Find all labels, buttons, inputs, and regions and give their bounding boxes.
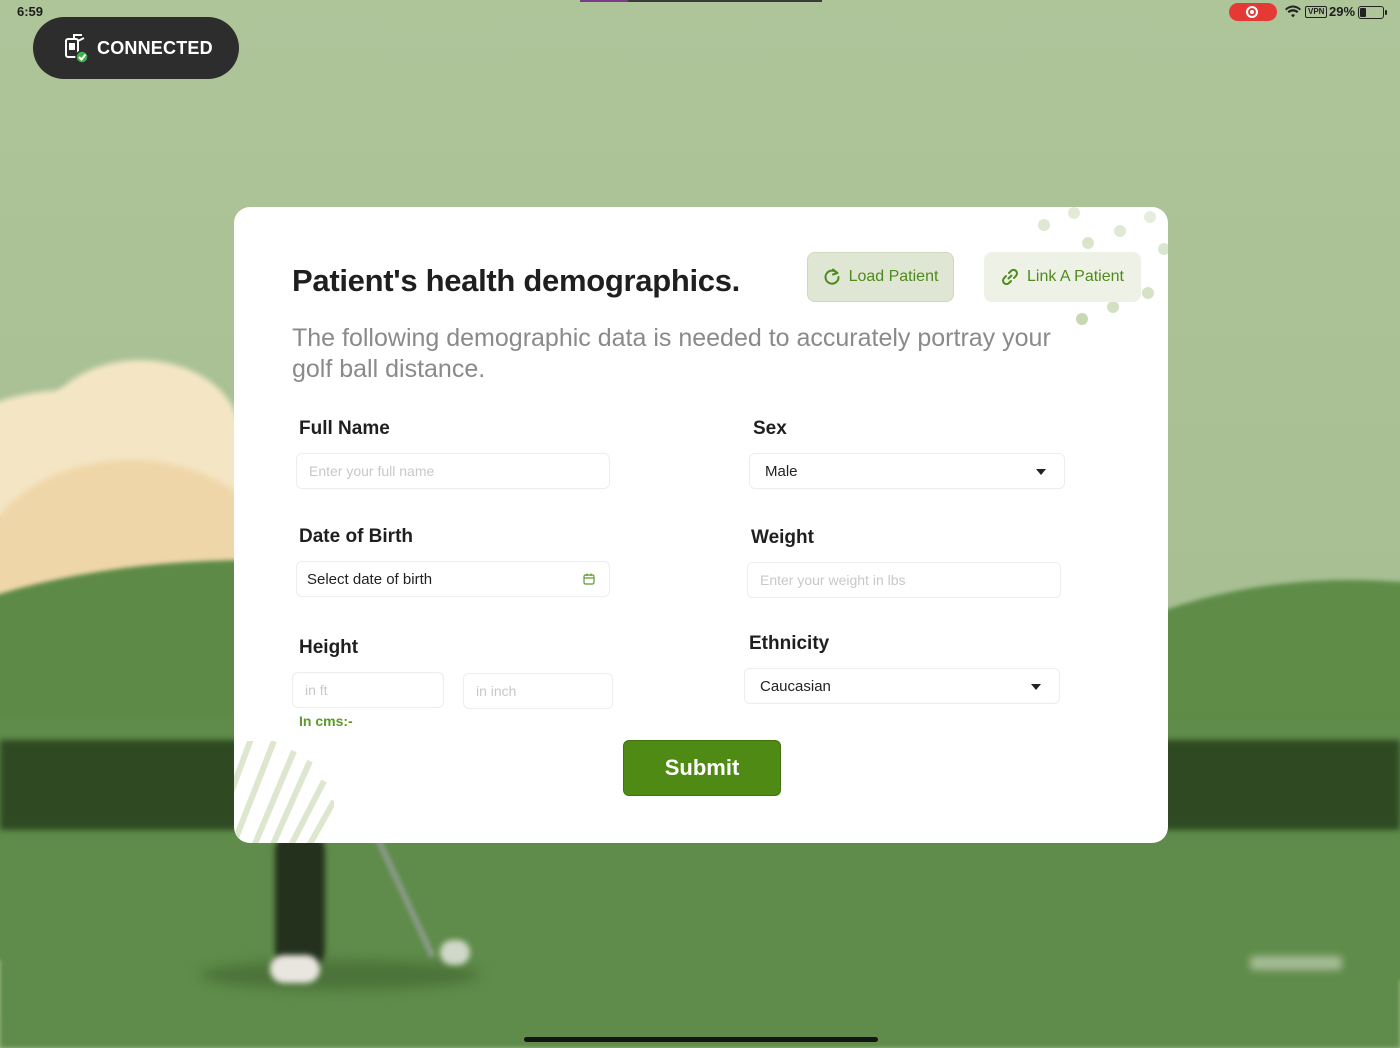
submit-button[interactable]: Submit (623, 740, 781, 796)
top-progress-line (580, 0, 822, 2)
date-of-birth-picker[interactable]: Select date of birth (296, 561, 610, 597)
height-ft-field-wrapper (292, 672, 444, 708)
full-name-input[interactable] (307, 462, 609, 480)
height-cms-label: In cms:- (299, 713, 353, 729)
full-name-field-wrapper (296, 453, 610, 489)
demographics-card: Patient's health demographics. The follo… (234, 207, 1168, 843)
date-of-birth-placeholder: Select date of birth (307, 570, 433, 588)
connection-status-label: CONNECTED (97, 37, 213, 58)
ethnicity-selected-value: Caucasian (760, 677, 831, 695)
battery-percent: 29% (1329, 4, 1356, 19)
ethnicity-select[interactable]: Caucasian (744, 668, 1060, 704)
link-patient-label: Link A Patient (1027, 268, 1124, 285)
date-of-birth-label: Date of Birth (299, 526, 413, 547)
height-inch-input[interactable] (474, 682, 612, 700)
status-time: 6:59 (17, 4, 44, 19)
weight-field-wrapper (747, 562, 1061, 598)
height-ft-input[interactable] (303, 681, 443, 699)
weight-label: Weight (751, 527, 814, 548)
decorative-stripes (234, 741, 334, 843)
home-indicator[interactable] (524, 1037, 878, 1042)
link-icon (1002, 268, 1018, 286)
chevron-down-icon (1031, 684, 1041, 690)
connection-status-pill[interactable]: CONNECTED (33, 17, 239, 79)
full-name-label: Full Name (299, 418, 390, 439)
vpn-badge: VPN (1305, 6, 1328, 18)
page-title: Patient's health demographics. (292, 263, 740, 298)
sex-label: Sex (753, 418, 787, 439)
height-label: Height (299, 637, 359, 658)
weight-input[interactable] (758, 571, 1060, 589)
refresh-icon (824, 268, 840, 285)
load-patient-button[interactable]: Load Patient (807, 252, 954, 302)
device-check-icon (65, 34, 89, 63)
calendar-icon (583, 573, 595, 585)
link-patient-button[interactable]: Link A Patient (984, 252, 1141, 302)
sex-select[interactable]: Male (749, 453, 1065, 489)
page-subtitle: The following demographic data is needed… (292, 324, 1051, 383)
load-patient-label: Load Patient (848, 268, 939, 285)
wifi-icon (1285, 5, 1301, 18)
height-inch-field-wrapper (463, 673, 613, 709)
battery-icon (1358, 6, 1387, 19)
chevron-down-icon (1036, 469, 1046, 475)
screen-recording-icon[interactable] (1229, 3, 1277, 21)
sex-selected-value: Male (765, 462, 798, 480)
ethnicity-label: Ethnicity (749, 633, 830, 654)
